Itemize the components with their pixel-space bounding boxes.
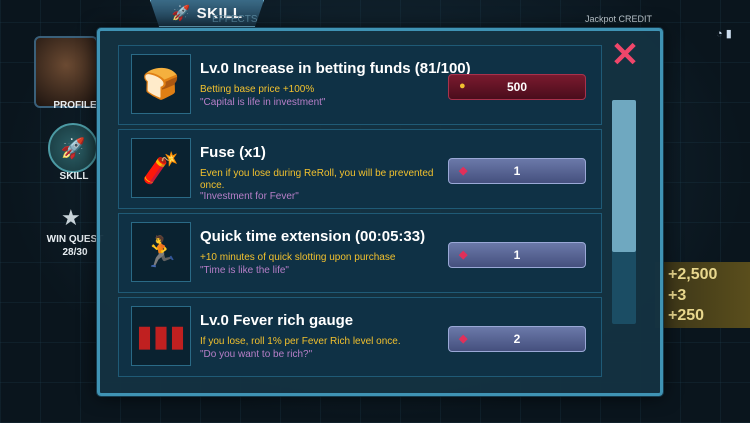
item-quote: "Capital is life in investment" xyxy=(200,97,326,108)
coin-icon: ● xyxy=(459,80,466,92)
item-description: +10 minutes of quick slotting upon purch… xyxy=(200,252,396,263)
price-value: 2 xyxy=(513,332,521,346)
scrollbar-thumb[interactable] xyxy=(612,100,636,252)
jackpot-label: Jackpot CREDIT xyxy=(585,14,653,24)
avatar[interactable] xyxy=(34,36,98,108)
list-item: ▮▮▮ Lv.0 Fever rich gauge If you lose, r… xyxy=(118,297,602,377)
item-title: Lv.0 Increase in betting funds (81/100) xyxy=(200,60,471,77)
gem-icon: ◆ xyxy=(459,165,468,177)
reward-credit: +2,500 xyxy=(668,266,718,283)
item-description: Betting base price +100% xyxy=(200,84,315,95)
item-quote: "Time is like the life" xyxy=(200,265,289,276)
reward-count: +3 xyxy=(668,287,687,304)
item-quote: "Do you want to be rich?" xyxy=(200,349,313,360)
rocket-icon: 🚀 xyxy=(60,137,86,160)
list-item: 🧨 Fuse (x1) Even if you lose during ReRo… xyxy=(118,129,602,209)
buy-button[interactable]: ◆ 2 xyxy=(448,326,586,352)
running-man-icon: 🏃 xyxy=(131,222,191,282)
skill-button[interactable]: 🚀 xyxy=(48,123,98,173)
wifi-icon: ◔ ▮ xyxy=(716,28,732,40)
item-description: Even if you lose during ReRoll, you will… xyxy=(200,168,434,191)
item-quote: "Investment for Fever" xyxy=(200,191,299,202)
price-value: 500 xyxy=(506,80,528,94)
item-title: Lv.0 Fever rich gauge xyxy=(200,312,354,329)
shotgun-shells-icon: ▮▮▮ xyxy=(131,306,191,366)
buy-button[interactable]: ◆ 1 xyxy=(448,158,586,184)
bread-icon: 🍞 xyxy=(131,54,191,114)
item-description: If you lose, roll 1% per Fever Rich leve… xyxy=(200,336,401,347)
star-icon: ★ xyxy=(61,205,81,230)
gem-icon: ◆ xyxy=(459,333,468,345)
price-value: 1 xyxy=(513,248,521,262)
gem-icon: ◆ xyxy=(459,249,468,261)
list-item: 🏃 Quick time extension (00:05:33) +10 mi… xyxy=(118,213,602,293)
tab-effects[interactable]: EFFECTS xyxy=(212,14,258,25)
list-item: 🍞 Lv.0 Increase in betting funds (81/100… xyxy=(118,45,602,125)
rocket-icon: 🚀 xyxy=(171,5,191,22)
item-title: Fuse (x1) xyxy=(200,144,266,161)
fuse-icon: 🧨 xyxy=(131,138,191,198)
close-button[interactable]: ✕ xyxy=(610,38,640,72)
buy-button[interactable]: ● 500 xyxy=(448,74,586,100)
price-value: 1 xyxy=(513,164,521,178)
skill-list: 🍞 Lv.0 Increase in betting funds (81/100… xyxy=(118,45,602,377)
reward-points: +250 xyxy=(668,307,705,324)
scrollbar[interactable] xyxy=(612,100,636,324)
buy-button[interactable]: ◆ 1 xyxy=(448,242,586,268)
item-title: Quick time extension (00:05:33) xyxy=(200,228,426,245)
